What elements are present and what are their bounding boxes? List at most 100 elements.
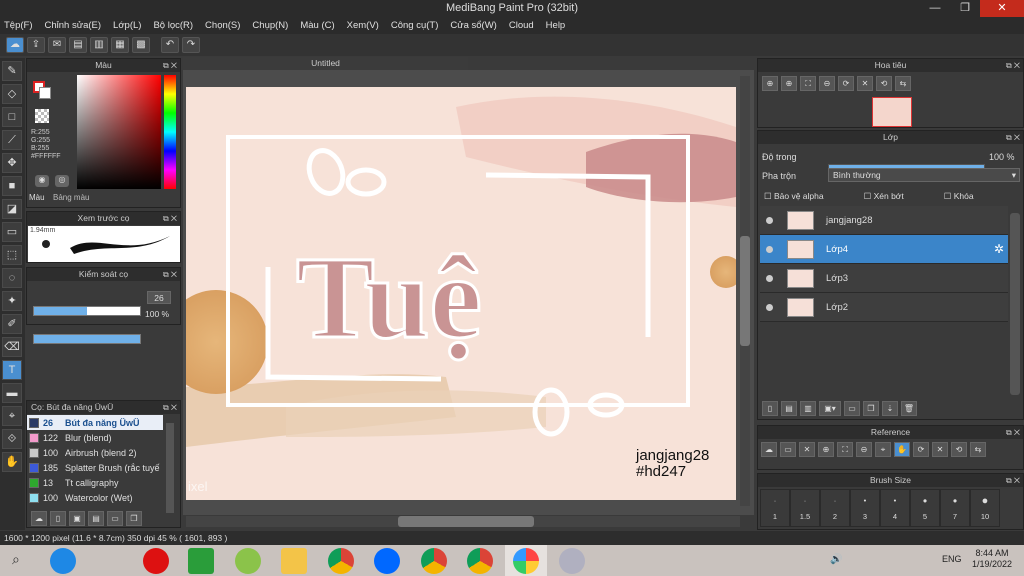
brush-list-item[interactable]: 185 Splatter Brush (rắc tuyế: [27, 460, 163, 475]
fit-icon[interactable]: ⛶: [837, 442, 853, 457]
eye-icon[interactable]: [766, 245, 773, 253]
text-tool-icon[interactable]: T: [2, 360, 22, 380]
copy-brush-icon[interactable]: ❐: [126, 511, 142, 526]
menu-filter[interactable]: Bộ lọc(R): [153, 20, 193, 31]
divide-tool-icon[interactable]: ▬: [2, 383, 22, 403]
panel-close-icon[interactable]: ⧉ ✕: [1006, 59, 1020, 72]
opera-app-icon[interactable]: [143, 548, 169, 574]
chrome-app-icon[interactable]: [328, 548, 354, 574]
cloud-brush-icon[interactable]: ☁: [31, 511, 47, 526]
chrome-profile-icon[interactable]: [421, 548, 447, 574]
rotate-back-icon[interactable]: ⟲: [951, 442, 967, 457]
menu-window[interactable]: Cửa sổ(W): [450, 20, 496, 31]
brush-size-value[interactable]: 26: [147, 291, 171, 304]
blend-mode-select[interactable]: Bình thường ▾: [828, 168, 1020, 182]
panel-close-icon[interactable]: ⧉ ✕: [1006, 426, 1020, 439]
canvas-vertical-scrollbar[interactable]: [740, 76, 750, 506]
menu-cloud[interactable]: Cloud: [509, 20, 534, 31]
lock-checkbox[interactable]: ☐ Khóa: [944, 191, 974, 202]
delete-layer-icon[interactable]: 🗑: [901, 401, 917, 416]
new-brush-icon[interactable]: ▯: [50, 511, 66, 526]
panel-close-icon[interactable]: ⧉ ✕: [1006, 474, 1020, 487]
move-tool-icon[interactable]: ✥: [2, 153, 22, 173]
fit-icon[interactable]: ⛶: [800, 76, 816, 91]
close-button[interactable]: ✕: [980, 0, 1024, 17]
cloud-icon[interactable]: ☁: [6, 37, 24, 53]
brush-size-cell[interactable]: ● 5: [910, 489, 940, 527]
medibang-app-icon[interactable]: [513, 548, 539, 574]
vertical-scroll-thumb[interactable]: [740, 236, 750, 346]
bucket-tool-icon[interactable]: ◪: [2, 199, 22, 219]
app-icon[interactable]: [235, 548, 261, 574]
brush-list-item[interactable]: 26 Bút đa năng ÜwÜ: [27, 415, 163, 430]
brush-list-item[interactable]: 100 Watercolor (Wet): [27, 490, 163, 505]
rotate-back-icon[interactable]: ⟲: [876, 76, 892, 91]
panel-close-icon[interactable]: ⧉ ✕: [163, 401, 177, 414]
operation-tool-icon[interactable]: ⟐: [2, 429, 22, 449]
share-icon[interactable]: ⇪: [27, 37, 45, 53]
volume-icon[interactable]: 🔊: [830, 554, 842, 565]
rectangle-tool-icon[interactable]: □: [2, 107, 22, 127]
color-picker-icon[interactable]: ◎: [55, 175, 69, 187]
gear-icon[interactable]: ✲: [994, 242, 1004, 256]
zoom-in-icon[interactable]: ⊕: [781, 76, 797, 91]
eye-icon[interactable]: [766, 216, 773, 224]
gradient-tool-icon[interactable]: ▭: [2, 222, 22, 242]
protect-alpha-checkbox[interactable]: ☐ Bảo vệ alpha: [764, 191, 824, 202]
background-color-swatch[interactable]: [39, 87, 51, 99]
panel-grid-icon[interactable]: ▩: [132, 37, 150, 53]
minimize-button[interactable]: —: [920, 0, 950, 17]
saturation-value-picker[interactable]: [77, 75, 161, 189]
tab-palette[interactable]: Bảng màu: [53, 193, 89, 202]
menu-color[interactable]: Màu (C): [300, 20, 334, 31]
menu-file[interactable]: Tệp(F): [4, 20, 33, 31]
clock[interactable]: 8:44 AM 1/19/2022: [972, 548, 1012, 570]
brush-list-item[interactable]: 13 Tt calligraphy: [27, 475, 163, 490]
hand-tool-icon[interactable]: ✋: [2, 452, 22, 472]
menu-edit[interactable]: Chỉnh sửa(E): [45, 20, 102, 31]
document-icon[interactable]: ▤: [69, 37, 87, 53]
search-icon[interactable]: ⌕: [12, 551, 32, 571]
menu-snap[interactable]: Chụp(N): [252, 20, 288, 31]
fill-rect-tool-icon[interactable]: ■: [2, 176, 22, 196]
redo-icon[interactable]: ↷: [182, 37, 200, 53]
eraser-tool-icon[interactable]: ◇: [2, 84, 22, 104]
add-brush-icon[interactable]: ▣: [69, 511, 85, 526]
brush-size-cell[interactable]: · 1: [760, 489, 790, 527]
brush-size-cell[interactable]: ● 10: [970, 489, 1000, 527]
flip-icon[interactable]: ⇆: [970, 442, 986, 457]
pen-tool-icon[interactable]: ⟋: [2, 130, 22, 150]
select-eraser-tool-icon[interactable]: ⌫: [2, 337, 22, 357]
menu-view[interactable]: Xem(V): [347, 20, 379, 31]
canvas-tab[interactable]: Untitled: [183, 57, 468, 70]
layer-row[interactable]: jangjang28: [760, 206, 1008, 235]
duplicate-layer-icon[interactable]: ❐: [863, 401, 879, 416]
folder-icon[interactable]: ▭: [107, 511, 123, 526]
canvas-horizontal-scrollbar[interactable]: [186, 516, 740, 527]
zoom-in-icon[interactable]: ⊕: [818, 442, 834, 457]
store-app-icon[interactable]: [188, 548, 214, 574]
folder-icon[interactable]: ▭: [844, 401, 860, 416]
brush-list-item[interactable]: 100 Airbrush (blend 2): [27, 445, 163, 460]
grid-icon[interactable]: ▦: [111, 37, 129, 53]
brush-tool-icon[interactable]: ✎: [2, 61, 22, 81]
layer-row[interactable]: Lớp2: [760, 293, 1008, 322]
select-rect-tool-icon[interactable]: ⬚: [2, 245, 22, 265]
menu-help[interactable]: Help: [546, 20, 566, 31]
navigator-thumbnail[interactable]: [872, 97, 912, 127]
tab-color[interactable]: Màu: [29, 193, 45, 202]
merge-layer-icon[interactable]: ⇣: [882, 401, 898, 416]
menu-select[interactable]: Chọn(S): [205, 20, 240, 31]
select-pen-tool-icon[interactable]: ✐: [2, 314, 22, 334]
brush-size-cell[interactable]: · 2: [820, 489, 850, 527]
file-explorer-icon[interactable]: [281, 548, 307, 574]
panel-close-icon[interactable]: ⧉ ✕: [1006, 131, 1020, 144]
add-layer-menu-icon[interactable]: ▣▾: [819, 401, 841, 416]
magic-wand-tool-icon[interactable]: ✦: [2, 291, 22, 311]
layer-scrollbar[interactable]: [1010, 213, 1020, 395]
new-8bit-layer-icon[interactable]: ▥: [800, 401, 816, 416]
brush-settings-icon[interactable]: ▤: [88, 511, 104, 526]
brush-list-item[interactable]: 122 Blur (blend): [27, 430, 163, 445]
flip-icon[interactable]: ⇆: [895, 76, 911, 91]
menu-layer[interactable]: Lớp(L): [113, 20, 141, 31]
